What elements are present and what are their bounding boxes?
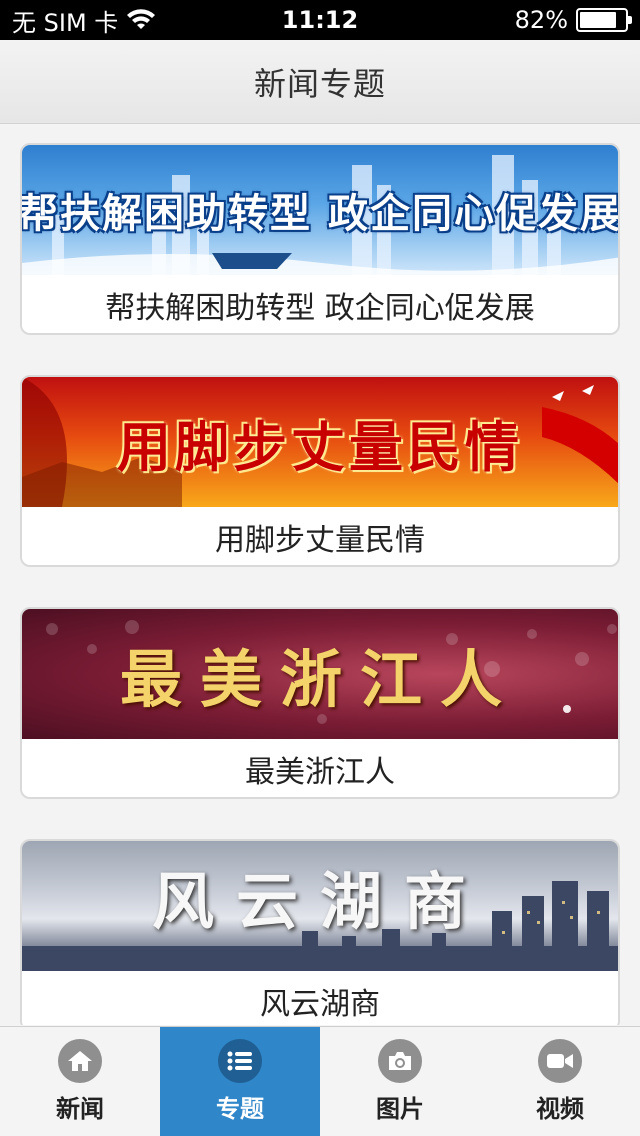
- tab-label: 新闻: [56, 1095, 104, 1123]
- topic-list[interactable]: 帮扶解困助转型 政企同心促发展 帮扶解困助转型 政企同心促发展 用脚步丈量民情 …: [0, 125, 640, 1025]
- topic-caption[interactable]: 最美浙江人: [22, 739, 618, 797]
- topic-card[interactable]: 风云湖商 风云湖商: [20, 839, 620, 1025]
- tab-label: 图片: [376, 1095, 424, 1123]
- banner-title: 风云湖商: [151, 865, 488, 938]
- topic-banner-image[interactable]: 帮扶解困助转型 政企同心促发展: [22, 145, 618, 275]
- tab-bar: 新闻 专题 图片 视频: [0, 1026, 640, 1136]
- status-left: 无 SIM 卡: [12, 3, 156, 38]
- camera-icon: [378, 1039, 422, 1083]
- banner-title: 帮扶解困助转型 政企同心促发展: [22, 191, 618, 237]
- topic-card[interactable]: 最美浙江人 最美浙江人: [20, 607, 620, 799]
- topic-card[interactable]: 帮扶解困助转型 政企同心促发展 帮扶解困助转型 政企同心促发展: [20, 143, 620, 335]
- topic-caption[interactable]: 帮扶解困助转型 政企同心促发展: [22, 275, 618, 333]
- tab-photos[interactable]: 图片: [320, 1027, 480, 1136]
- topic-banner-image[interactable]: 用脚步丈量民情: [22, 377, 618, 507]
- list-icon: [218, 1039, 262, 1083]
- tab-label: 专题: [216, 1095, 264, 1123]
- battery-icon: [576, 8, 632, 32]
- status-bar: 无 SIM 卡 11:12 82%: [0, 0, 640, 40]
- battery-fill: [580, 12, 617, 28]
- tab-videos[interactable]: 视频: [480, 1027, 640, 1136]
- carrier-label: 无 SIM 卡: [12, 8, 119, 37]
- topic-banner-image[interactable]: 最美浙江人: [22, 609, 618, 739]
- page-title: 新闻专题: [253, 64, 386, 103]
- video-icon: [538, 1039, 582, 1083]
- topic-banner-image[interactable]: 风云湖商: [22, 841, 618, 971]
- tab-topics[interactable]: 专题: [160, 1027, 320, 1136]
- wifi-icon: [126, 9, 156, 31]
- topic-card[interactable]: 用脚步丈量民情 用脚步丈量民情: [20, 375, 620, 567]
- battery-percent: 82%: [514, 6, 568, 34]
- tab-news[interactable]: 新闻: [0, 1027, 160, 1136]
- tab-label: 视频: [536, 1095, 584, 1123]
- banner-title: 用脚步丈量民情: [117, 415, 523, 479]
- home-icon: [58, 1039, 102, 1083]
- topic-caption[interactable]: 风云湖商: [22, 971, 618, 1025]
- status-right: 82%: [514, 6, 632, 34]
- navigation-bar: 新闻专题: [0, 40, 640, 124]
- banner-title: 最美浙江人: [119, 643, 520, 716]
- topic-caption[interactable]: 用脚步丈量民情: [22, 507, 618, 565]
- screen: 无 SIM 卡 11:12 82% 新闻专题 帮扶解困助转型 政企同心促发展 帮…: [0, 0, 640, 1136]
